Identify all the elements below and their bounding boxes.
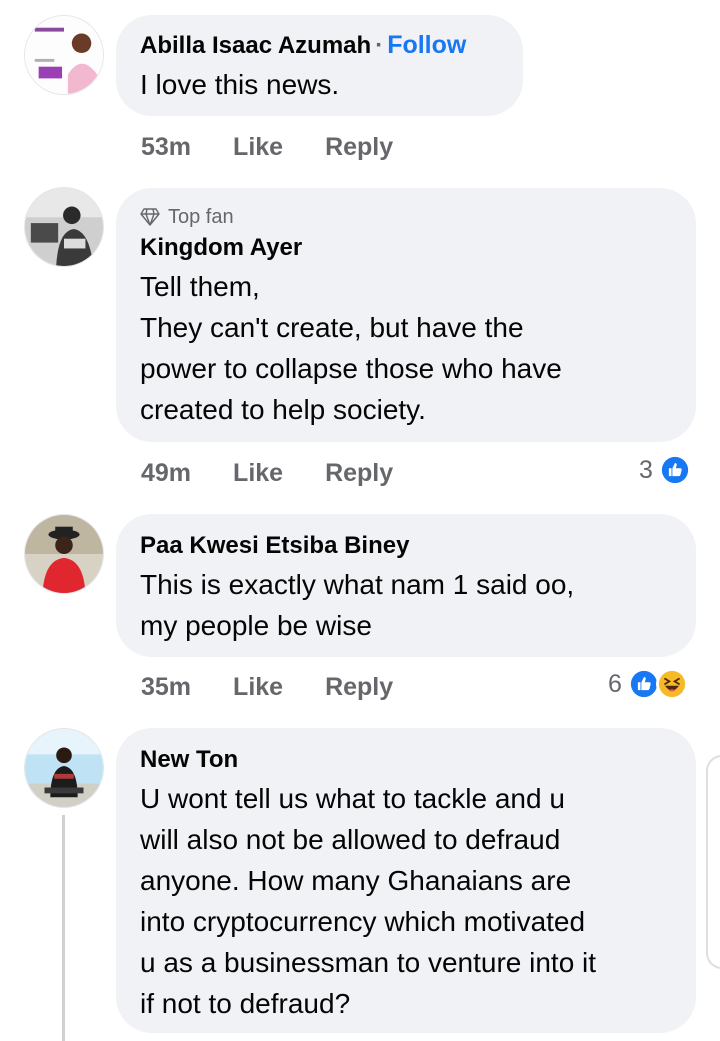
offscreen-card-edge	[706, 755, 720, 969]
comment-text-line: if not to defraud?	[140, 988, 351, 1019]
comment-bubble: Abilla Isaac Azumah · Follow I love this n…	[116, 15, 523, 116]
comment-text-line: They can't create, but have the	[140, 312, 524, 343]
comment-author[interactable]: New Ton	[140, 742, 672, 778]
comment-time[interactable]: 35m	[141, 672, 191, 702]
comment-bubble: New Ton U wont tell us what to tackle an…	[116, 728, 696, 1033]
diamond-icon	[140, 208, 160, 226]
like-button[interactable]: Like	[233, 458, 283, 488]
avatar[interactable]	[24, 15, 104, 95]
comment-author[interactable]: Abilla Isaac Azumah	[140, 32, 371, 59]
comment-actions: 35m Like Reply	[141, 672, 393, 702]
comment-actions: 49m Like Reply	[141, 458, 393, 488]
separator-dot: ·	[375, 32, 384, 59]
comment-bubble: Top fan Kingdom Ayer Tell them, They can…	[116, 188, 696, 442]
like-button[interactable]: Like	[233, 672, 283, 702]
avatar[interactable]	[24, 187, 104, 267]
comment-bubble: Paa Kwesi Etsiba Biney This is exactly w…	[116, 514, 696, 657]
haha-icon	[655, 668, 688, 700]
comment-text: Tell them, They can't create, but have t…	[140, 266, 672, 430]
comment-header: Abilla Isaac Azumah · Follow	[140, 27, 499, 64]
top-fan-label: Top fan	[168, 206, 234, 228]
avatar[interactable]	[24, 514, 104, 594]
comments-section: Abilla Isaac Azumah · Follow I love this n…	[0, 0, 720, 1041]
comment-text-line: Tell them,	[140, 271, 260, 302]
thread-line	[62, 815, 65, 1041]
comment-text: U wont tell us what to tackle and u will…	[140, 778, 672, 1024]
reply-button[interactable]: Reply	[325, 458, 393, 488]
comment-text-line: created to help society.	[140, 394, 426, 425]
comment-text-line: power to collapse those who have	[140, 353, 562, 384]
comment-text-line: will also not be allowed to defraud	[140, 824, 561, 855]
like-icon	[658, 454, 691, 486]
comment-text: I love this news.	[140, 69, 340, 100]
reply-button[interactable]: Reply	[325, 672, 393, 702]
reaction-count: 3	[639, 456, 653, 484]
reaction-summary[interactable]: 3	[639, 454, 691, 486]
comment-text: This is exactly what nam 1 said oo, my p…	[140, 564, 672, 646]
comment-text-line: into cryptocurrency which motivated	[140, 906, 586, 937]
avatar[interactable]	[24, 728, 104, 808]
comment-time[interactable]: 49m	[141, 458, 191, 488]
comment-time[interactable]: 53m	[141, 132, 191, 162]
comment-text-line: u as a businessman to venture into it	[140, 947, 597, 978]
comment-author[interactable]: Paa Kwesi Etsiba Biney	[140, 528, 672, 564]
comment-actions: 53m Like Reply	[141, 132, 393, 162]
comment-text-line: This is exactly what nam 1 said oo,	[140, 569, 575, 600]
reaction-summary[interactable]: 6	[608, 668, 688, 700]
follow-button[interactable]: Follow	[387, 31, 466, 59]
comment-text-line: anyone. How many Ghanaians are	[140, 865, 572, 896]
like-button[interactable]: Like	[233, 132, 283, 162]
comment-text-line: my people be wise	[140, 610, 372, 641]
comment-text-line: U wont tell us what to tackle and u	[140, 783, 565, 814]
top-fan-badge: Top fan	[140, 204, 672, 230]
comment-author[interactable]: Kingdom Ayer	[140, 230, 672, 266]
reaction-count: 6	[608, 670, 622, 698]
reply-button[interactable]: Reply	[325, 132, 393, 162]
